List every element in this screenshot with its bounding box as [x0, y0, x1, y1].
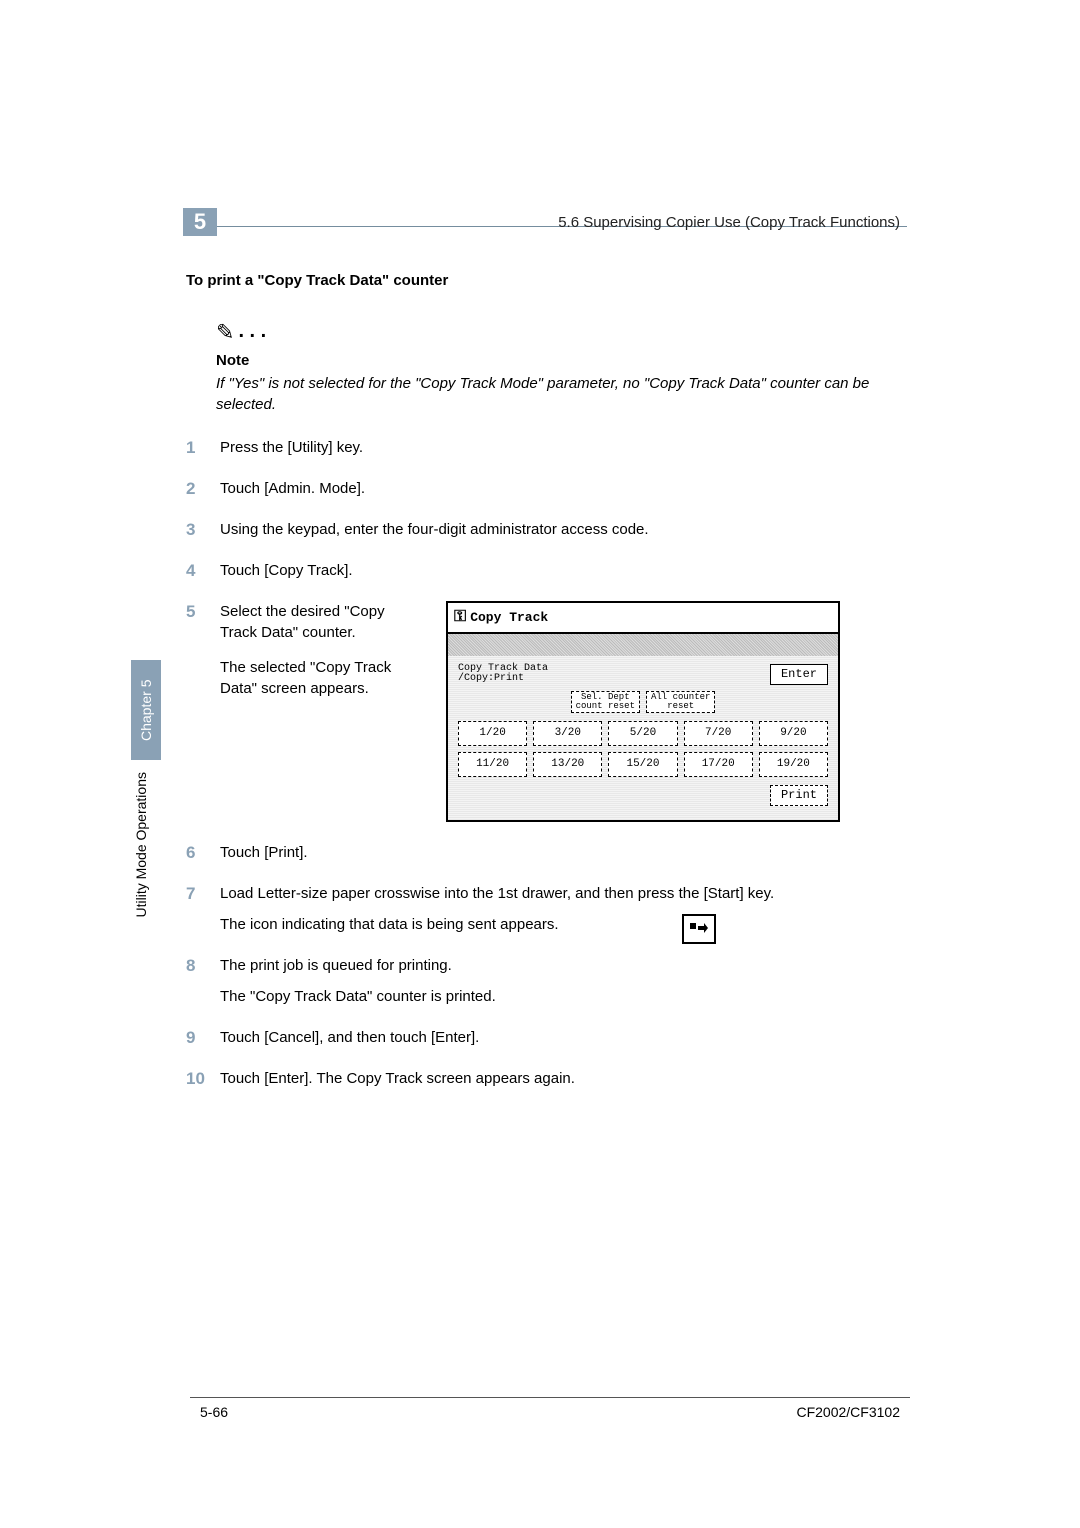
step-text: Press the [Utility] key.	[220, 439, 363, 456]
print-button[interactable]: Print	[770, 785, 828, 806]
footer-rule	[190, 1397, 910, 1398]
counter-cell[interactable]: 5/20	[608, 721, 677, 746]
sidebar-label: Utility Mode Operations	[133, 772, 149, 918]
step-7: Load Letter-size paper crosswise into th…	[186, 883, 896, 935]
screen-subtitle: Copy Track Data /Copy:Print	[458, 664, 548, 684]
send-glyph-icon	[689, 921, 709, 937]
step-sub: The icon indicating that data is being s…	[220, 916, 559, 933]
note-block: ✎. . . Note If "Yes" is not selected for…	[216, 317, 896, 415]
note-icon: ✎	[216, 320, 234, 345]
step-text: Touch [Print].	[220, 844, 308, 861]
note-label: Note	[216, 350, 896, 371]
counter-cell[interactable]: 9/20	[759, 721, 828, 746]
counter-cell[interactable]: 11/20	[458, 752, 527, 777]
counter-cell[interactable]: 15/20	[608, 752, 677, 777]
step-text: Touch [Enter]. The Copy Track screen app…	[220, 1070, 575, 1087]
step-text: Using the keypad, enter the four-digit a…	[220, 521, 649, 538]
step-8: The print job is queued for printing. Th…	[186, 955, 896, 1007]
step-4: Touch [Copy Track].	[186, 560, 896, 581]
enter-button[interactable]: Enter	[770, 664, 828, 685]
footer-page: 5-66	[200, 1404, 228, 1420]
step-6: Touch [Print].	[186, 842, 896, 863]
sel-dept-button[interactable]: Sel. Dept count reset	[571, 691, 640, 713]
chapter-badge: 5	[183, 208, 217, 236]
step-text: Touch [Cancel], and then touch [Enter].	[220, 1029, 479, 1046]
page-title: To print a "Copy Track Data" counter	[186, 270, 896, 291]
data-send-icon	[682, 914, 716, 944]
step-sub: The "Copy Track Data" counter is printed…	[220, 986, 896, 1007]
copy-track-screen: ⚿ Copy Track Copy Track Data /Copy:Print…	[446, 601, 840, 822]
chapter-tab: Chapter 5	[131, 660, 161, 760]
step-text: Touch [Copy Track].	[220, 562, 353, 579]
counter-cell[interactable]: 19/20	[759, 752, 828, 777]
step-3: Using the keypad, enter the four-digit a…	[186, 519, 896, 540]
counter-cell[interactable]: 13/20	[533, 752, 602, 777]
footer-model: CF2002/CF3102	[796, 1404, 900, 1420]
counter-cell[interactable]: 7/20	[684, 721, 753, 746]
step-5: Select the desired "Copy Track Data" cou…	[186, 601, 896, 822]
step-10: Touch [Enter]. The Copy Track screen app…	[186, 1068, 896, 1089]
step-2: Touch [Admin. Mode].	[186, 478, 896, 499]
screen-title: Copy Track	[470, 609, 548, 627]
header-section: 5.6 Supervising Copier Use (Copy Track F…	[558, 214, 900, 231]
counter-cell[interactable]: 1/20	[458, 721, 527, 746]
all-counter-button[interactable]: All counter reset	[646, 691, 715, 713]
step-sub: The selected "Copy Track Data" screen ap…	[220, 657, 410, 699]
counter-cell[interactable]: 17/20	[684, 752, 753, 777]
step-text: The print job is queued for printing.	[220, 955, 896, 976]
note-dots: . . .	[238, 320, 266, 342]
step-9: Touch [Cancel], and then touch [Enter].	[186, 1027, 896, 1048]
key-icon: ⚿	[454, 606, 466, 628]
note-body: If "Yes" is not selected for the "Copy T…	[216, 373, 896, 415]
screen-graybar	[448, 634, 838, 656]
counter-cell[interactable]: 3/20	[533, 721, 602, 746]
step-text: Load Letter-size paper crosswise into th…	[220, 883, 896, 904]
step-text: Touch [Admin. Mode].	[220, 480, 365, 497]
step-text: Select the desired "Copy Track Data" cou…	[220, 601, 410, 643]
step-1: Press the [Utility] key.	[186, 437, 896, 458]
